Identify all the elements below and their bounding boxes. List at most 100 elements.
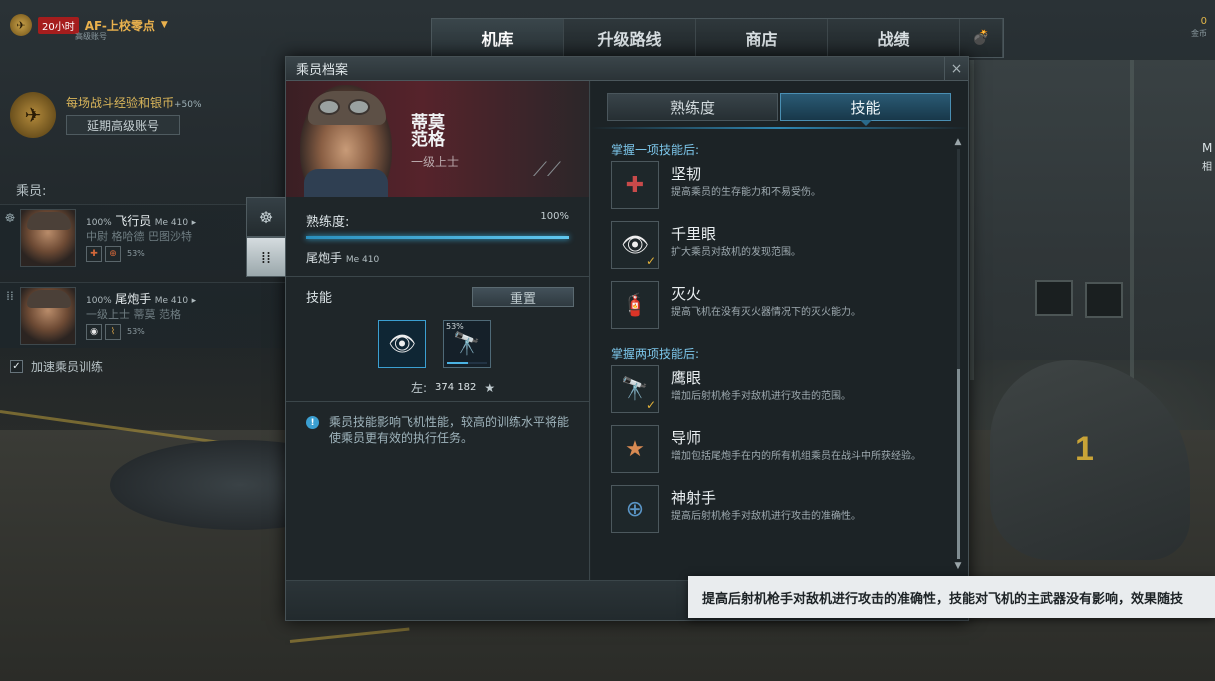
crosshair-icon: ⊕ (105, 245, 121, 262)
account-type: 高级账号 (75, 32, 107, 41)
skill-name: 坚韧 (671, 165, 702, 183)
premium-text-main: 每场战斗经验和银币 (66, 96, 175, 110)
chevron-down-icon[interactable]: ▼ (161, 20, 168, 30)
remaining-xp: 左: 374 182 ★ (411, 379, 495, 396)
proficiency-value: 100% (540, 211, 569, 222)
skill-item[interactable]: ✚ 坚韧 提高乘员的生存能力和不易受伤。 (591, 161, 951, 221)
scroll-thumb[interactable] (956, 369, 960, 559)
avatar (20, 286, 76, 345)
skill-item[interactable]: ★ 导师 增加包括尾炮手在内的所有机组乘员在战斗中所获经验。 (591, 425, 951, 485)
skill-desc: 增加包括尾炮手在内的所有机组乘员在战斗中所获经验。 (671, 451, 921, 462)
checkmark-icon: ✓ (645, 398, 656, 412)
eye-icon: 👁 (388, 331, 416, 357)
skill-desc: 增加后射机枪手对敌机进行攻击的范围。 (671, 391, 851, 402)
avatar (300, 85, 392, 197)
skill-item[interactable]: 🔭 ✓ 鹰眼 增加后射机枪手对敌机进行攻击的范围。 (591, 365, 951, 425)
hangar-window (1035, 280, 1073, 316)
skill-name: 千里眼 (671, 225, 717, 243)
crew-name: 蒂莫 范格 (411, 115, 445, 149)
skill-item[interactable]: ⊕ 神射手 提高后射机枪手对敌机进行攻击的准确性。 (591, 485, 951, 545)
accelerate-training-toggle[interactable]: ✓ 加速乘员训练 (10, 358, 103, 375)
scrollbar[interactable]: ▲ ▼ (954, 137, 962, 571)
proficiency-bar-fill (306, 236, 569, 239)
premium-badge-icon: ✈ (10, 92, 56, 138)
ammo-belt-icon: ⁞⁞ (6, 289, 14, 303)
skills-panel: 熟练度 技能 掌握一项技能后: ✚ 坚韧 提高乘员的生存能力和不易受伤。 👁 ✓ … (591, 81, 968, 581)
crew-info: 100% 飞行员 Me 410 ▸ 中尉 格哈德 巴图沙特 ✚ ⊕ 53% (86, 214, 196, 262)
tab-skills[interactable]: 技能 (780, 93, 951, 126)
eye-icon: ◉ (86, 323, 102, 340)
crew-skill-level: 53% (127, 248, 145, 258)
hangar-window (1085, 282, 1123, 318)
gold-value: 0 (1200, 16, 1207, 27)
steering-wheel-icon[interactable]: ☸ (246, 197, 286, 237)
skill-tooltip: 提高后射机枪手对敌机进行攻击的准确性，技能对飞机的主武器没有影响，效果随技 (688, 576, 1215, 618)
skill-name: 导师 (671, 429, 702, 447)
eye-icon: 👁 ✓ (611, 221, 659, 269)
tab-shop[interactable]: 商店 (696, 19, 828, 57)
skill-desc: 提高乘员的生存能力和不易受伤。 (671, 187, 821, 198)
crew-rank: 一级上士 (411, 155, 460, 169)
crosshair-icon: ⊕ (611, 485, 659, 533)
premium-text: 每场战斗经验和银币+50% (66, 94, 202, 111)
steering-wheel-icon: ☸ (4, 211, 16, 225)
proficiency-label: 熟练度: (306, 215, 350, 230)
skill-desc: 提高飞机在没有灭火器情况下的灭火能力。 (671, 307, 861, 318)
tab-hangar[interactable]: 机库 (432, 19, 564, 57)
bomb-icon[interactable]: 💣 (960, 19, 1003, 57)
crew-percent: 100% (86, 295, 112, 306)
avatar (20, 208, 76, 267)
crew-side-tabs: ☸ ⁞⁞ (246, 197, 286, 277)
scroll-track[interactable] (956, 149, 960, 559)
checkmark-icon: ✓ (645, 254, 656, 268)
premium-bonus: +50% (174, 100, 202, 110)
info-icon: ! (306, 416, 319, 429)
skill-item[interactable]: 🧯 灭火 提高飞机在没有灭火器情况下的灭火能力。 (591, 281, 951, 341)
tab-research-tree[interactable]: 升级路线 (564, 19, 696, 57)
tab-underline (591, 127, 968, 129)
scroll-up-icon[interactable]: ▲ (954, 137, 962, 147)
role-model: Me 410 (345, 255, 380, 265)
main-nav: 机库 升级路线 商店 战绩 💣 (431, 18, 1004, 58)
telescope-icon: ⌇ (105, 323, 121, 340)
crew-summary: 蒂莫 范格 一级上士 ⟋⟋ 熟练度: 100% 尾炮手 Me 410 技能 重置… (286, 81, 590, 581)
ammo-belt-icon[interactable]: ⁞⁞ (246, 237, 286, 277)
rank-emblem-icon: ✈ (10, 14, 32, 36)
extend-premium-button[interactable]: 延期高级账号 (66, 115, 180, 135)
premium-timer: 20小时 (38, 16, 79, 34)
skill-group-title: 掌握两项技能后: (611, 347, 700, 361)
scroll-down-icon[interactable]: ▼ (954, 561, 962, 571)
skill-desc: 提高后射机枪手对敌机进行攻击的准确性。 (671, 511, 861, 522)
crew-info: 100% 尾炮手 Me 410 ▸ 一级上士 蒂莫 范格 ◉ ⌇ 53% (86, 292, 196, 340)
skill-desc: 扩大乘员对敌机的发现范围。 (671, 247, 801, 258)
crew-role: 尾炮手 Me 410 (306, 249, 569, 266)
checkbox[interactable]: ✓ (10, 360, 23, 373)
reset-button[interactable]: 重置 (472, 287, 574, 307)
tab-proficiency[interactable]: 熟练度 (607, 93, 778, 121)
right-edge-panel: M 相 (1202, 80, 1215, 178)
hangar-left-panel: ✈ 每场战斗经验和银币+50% 延期高级账号 乘员: ☸ 100% 飞行员 Me… (0, 80, 285, 380)
skills-tabs: 熟练度 技能 (607, 93, 951, 126)
info-note: ! 乘员技能影响飞机性能，较高的训练水平将能使乘员更有效的执行任务。 (286, 402, 589, 458)
skill-slot-eye[interactable]: 👁 (378, 320, 426, 368)
crew-name: 中尉 格哈德 巴图沙特 (86, 229, 192, 243)
dialog-title: 乘员档案 (296, 63, 349, 78)
info-text: 乘员技能影响飞机性能，较高的训练水平将能使乘员更有效的执行任务。 (329, 415, 570, 445)
skill-slot-telescope[interactable]: 53% 🔭 (443, 320, 491, 368)
crew-hero: 蒂莫 范格 一级上士 ⟋⟋ (286, 81, 589, 197)
crew-role: 尾炮手 (115, 291, 152, 306)
tab-stats[interactable]: 战绩 (828, 19, 960, 57)
crew-row-gunner[interactable]: ⁞⁞ 100% 尾炮手 Me 410 ▸ 一级上士 蒂莫 范格 ◉ ⌇ 53% (0, 282, 285, 348)
premium-promo: ✈ 每场战斗经验和银币+50% 延期高级账号 (10, 92, 202, 138)
skill-slots: 👁 53% 🔭 (378, 320, 491, 368)
skill-item[interactable]: 👁 ✓ 千里眼 扩大乘员对敌机的发现范围。 (591, 221, 951, 281)
crew-row-pilot[interactable]: ☸ 100% 飞行员 Me 410 ▸ 中尉 格哈德 巴图沙特 ✚ ⊕ 53% (0, 204, 285, 270)
close-icon[interactable]: × (944, 57, 968, 81)
slot-progress-label: 53% (446, 322, 464, 331)
top-bar: ✈ 20小时 AF-上校零点 ▼ 高级账号 机库 升级路线 商店 战绩 💣 0 … (0, 0, 1215, 58)
gold-label: 金币 (1191, 29, 1207, 38)
skill-name: 鹰眼 (671, 369, 702, 387)
star-icon: ★ (484, 380, 496, 395)
medkit-icon: ✚ (86, 245, 102, 262)
remaining-label: 左: (411, 381, 428, 395)
